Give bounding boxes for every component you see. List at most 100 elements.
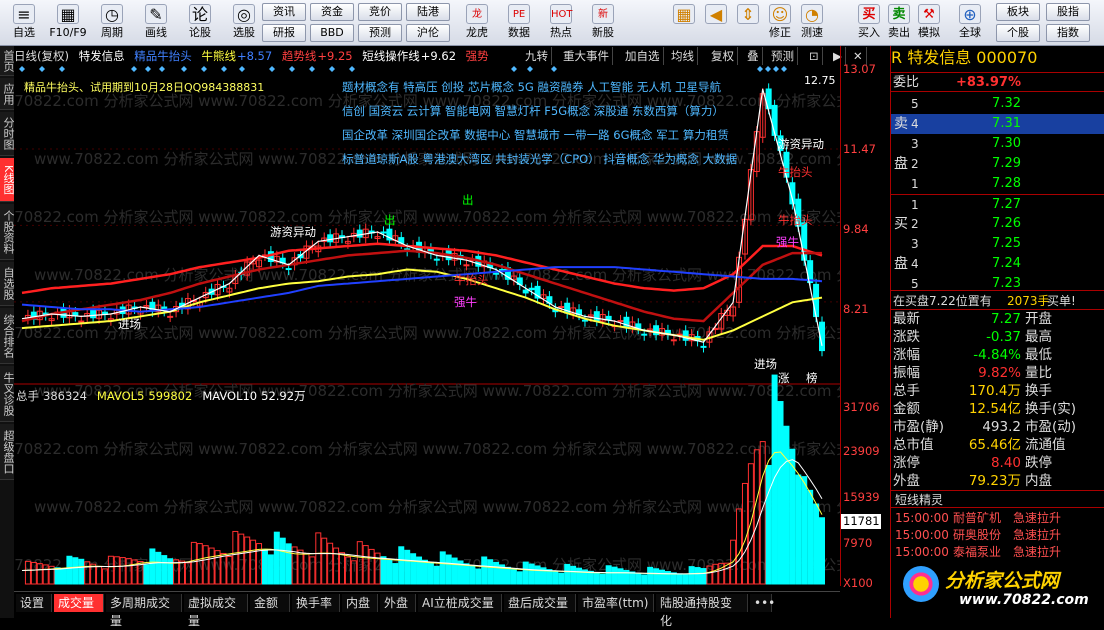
news-item[interactable]: 15:00:00 耐普矿机 急速拉升 bbox=[891, 510, 1104, 527]
toolbar-draw-line-button[interactable]: ✎ 画线 bbox=[134, 0, 178, 46]
left-tab-5[interactable]: 自选股 bbox=[0, 262, 15, 306]
volume-bar bbox=[433, 565, 440, 585]
pill-b-1[interactable]: BBD bbox=[310, 24, 354, 42]
volume-bar bbox=[534, 565, 541, 585]
toolbar-period-button[interactable]: ◷ 周期 bbox=[90, 0, 134, 46]
stat-label: 振幅 bbox=[893, 365, 920, 381]
toolbar-button-label: 修正 bbox=[769, 26, 791, 39]
toolbar-speedtest-button[interactable]: ◔ 测速 bbox=[796, 0, 828, 46]
event-marker bbox=[19, 66, 25, 72]
chart-btn-1[interactable]: 重大事件 bbox=[560, 47, 613, 65]
pill-b-0[interactable]: 研报 bbox=[262, 24, 306, 42]
volume-bar bbox=[510, 569, 517, 585]
toolbar-grid-button[interactable]: ▦ bbox=[668, 0, 700, 46]
left-tab-1[interactable]: 应用 bbox=[0, 78, 15, 110]
trade-button-1[interactable]: 卖卖出 bbox=[884, 0, 914, 46]
toolbar-data-button[interactable]: PE 数据 bbox=[498, 0, 540, 46]
pill-0[interactable]: 资讯 bbox=[262, 3, 306, 21]
sell-level-1: 1 7.28 bbox=[891, 174, 1104, 194]
pill-3[interactable]: 陆港 bbox=[406, 3, 450, 21]
indicator-tab-9[interactable]: 盘后成交量 bbox=[504, 594, 576, 612]
new-stock-icon: 新 bbox=[592, 4, 614, 24]
event-marker bbox=[269, 66, 275, 72]
news-item[interactable]: 15:00:00 研奥股份 急速拉升 bbox=[891, 527, 1104, 544]
right-pill-0[interactable]: 板块 bbox=[996, 3, 1040, 21]
indicator-tab-2[interactable]: 多周期成交量 bbox=[106, 594, 182, 628]
toolbar-self-select-button[interactable]: ≡ 自选 bbox=[2, 0, 46, 46]
back-arrow-icon: ◀ bbox=[705, 4, 727, 24]
toolbar-button-label: 测速 bbox=[801, 26, 823, 39]
chart-btn-6[interactable]: 预测 bbox=[768, 47, 798, 65]
left-tab-7[interactable]: 牛叉诊股 bbox=[0, 366, 15, 422]
stat-row: 最新 7.27 开盘 bbox=[891, 310, 1104, 328]
left-tab-0[interactable]: 首页 bbox=[0, 46, 15, 76]
indicator-name[interactable]: 精品牛抬头 bbox=[134, 49, 192, 63]
indicator-tab-11[interactable]: 陆股通持股变化 bbox=[656, 594, 748, 628]
trade-button-0[interactable]: 买买入 bbox=[854, 0, 884, 46]
trade-button-2[interactable]: ⚒ 模拟 bbox=[914, 0, 944, 46]
right-pill-b-1[interactable]: 指数 bbox=[1046, 24, 1090, 42]
right-pill-b-0[interactable]: 个股 bbox=[996, 24, 1040, 42]
volume-bar bbox=[66, 555, 73, 585]
chart-btn-0[interactable]: 九转 bbox=[522, 47, 552, 65]
indicator-tab-7[interactable]: 外盘 bbox=[380, 594, 416, 612]
sell-level-5: 5 7.32 bbox=[891, 94, 1104, 114]
kline-chart[interactable]: www.70822.com 分析家公式网 www.70822.com 分析家公式… bbox=[14, 66, 840, 586]
event-marker bbox=[39, 66, 45, 72]
toolbar-hotspot-button[interactable]: HOT 热点 bbox=[540, 0, 582, 46]
indicator-tab-12[interactable]: ••• bbox=[750, 594, 775, 612]
stat-label: 金额 bbox=[893, 401, 920, 417]
toolbar-button-label: F10/F9 bbox=[49, 26, 87, 39]
volume-bar bbox=[593, 572, 600, 585]
trend-line bbox=[21, 249, 822, 323]
indicator-tab-0[interactable]: 设置 bbox=[16, 594, 52, 612]
left-tab-4[interactable]: 个股资料 bbox=[0, 204, 15, 260]
indicator-tab-10[interactable]: 市盈率(ttm) bbox=[578, 594, 654, 612]
toolbar-fix-button[interactable]: ☺ 修正 bbox=[764, 0, 796, 46]
indicator-tab-5[interactable]: 换手率 bbox=[292, 594, 340, 612]
period-label[interactable]: 日线(复权) bbox=[14, 49, 69, 63]
left-tab-8[interactable]: 超级盘口 bbox=[0, 424, 15, 480]
right-pill-1[interactable]: 股指 bbox=[1046, 3, 1090, 21]
toolbar-button-label: 新股 bbox=[592, 26, 614, 39]
toolbar-f10-button[interactable]: ▦ F10/F9 bbox=[46, 0, 90, 46]
toolbar-stock-select-button[interactable]: ◎ 选股 bbox=[222, 0, 266, 46]
pill-b-2[interactable]: 预测 bbox=[358, 24, 402, 42]
global-button[interactable]: ⊕ 全球 bbox=[950, 0, 990, 46]
chart-btn-7[interactable]: ⊡ bbox=[806, 47, 823, 65]
toolbar-discuss-button[interactable]: 论论股 bbox=[178, 0, 222, 46]
chart-btn-2[interactable]: 加自选 bbox=[622, 47, 664, 65]
volume-bar bbox=[599, 573, 606, 585]
toolbar-back-arrow-button[interactable]: ◀ bbox=[700, 0, 732, 46]
pill-1[interactable]: 资金 bbox=[310, 3, 354, 21]
volume-tick: 15939 bbox=[843, 490, 880, 504]
candle-body bbox=[522, 289, 529, 294]
short-line-label: 短线操作线 bbox=[362, 49, 420, 63]
order-notice: 在买盘7.22位置有 2073手 买单! bbox=[891, 290, 1104, 310]
notice-num: 2073手 bbox=[1007, 294, 1050, 308]
candle-body bbox=[90, 309, 97, 319]
volume-bars bbox=[24, 374, 825, 585]
indicator-tab-6[interactable]: 内盘 bbox=[342, 594, 378, 612]
stat-value: 79.23万 bbox=[968, 473, 1021, 489]
toolbar-up-down-button[interactable]: ⇕ bbox=[732, 0, 764, 46]
pill-2[interactable]: 竞价 bbox=[358, 3, 402, 21]
indicator-tab-8[interactable]: AI立桩成交量 bbox=[418, 594, 502, 612]
stat-value: -4.84% bbox=[973, 347, 1021, 363]
pill-b-3[interactable]: 沪伦 bbox=[406, 24, 450, 42]
news-title[interactable]: 短线精灵 bbox=[895, 491, 943, 509]
chart-btn-3[interactable]: 均线 bbox=[668, 47, 698, 65]
toolbar-dragon-tiger-button[interactable]: 龙龙虎 bbox=[456, 0, 498, 46]
chart-btn-4[interactable]: 复权 bbox=[708, 47, 738, 65]
chart-btn-5[interactable]: 叠 bbox=[744, 47, 763, 65]
indicator-tab-3[interactable]: 虚拟成交量 bbox=[184, 594, 248, 628]
indicator-tab-4[interactable]: 金额 bbox=[250, 594, 290, 612]
left-tab-3[interactable]: K线图 bbox=[0, 158, 15, 202]
left-tab-6[interactable]: 综合排名 bbox=[0, 308, 15, 364]
f10-icon: ▦ bbox=[57, 4, 79, 24]
volume-bar bbox=[504, 566, 511, 585]
indicator-tab-1[interactable]: 成交量 bbox=[54, 594, 104, 612]
left-tab-2[interactable]: 分时图 bbox=[0, 112, 15, 156]
news-item[interactable]: 15:00:00 泰福泵业 急速拉升 bbox=[891, 544, 1104, 561]
toolbar-new-stock-button[interactable]: 新新股 bbox=[582, 0, 624, 46]
